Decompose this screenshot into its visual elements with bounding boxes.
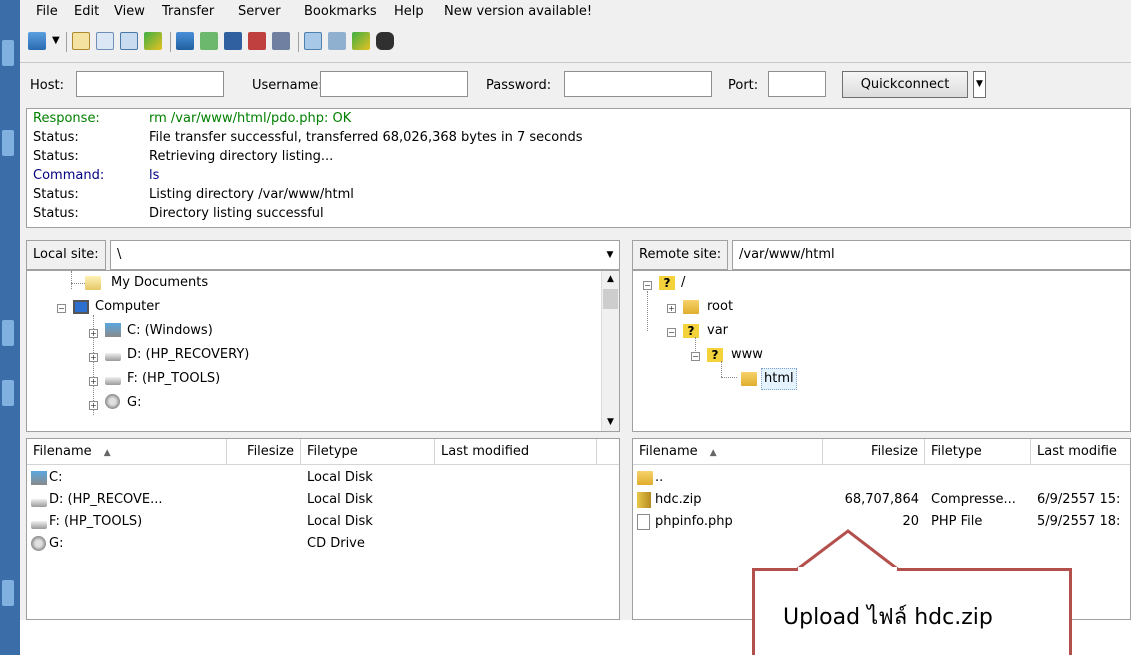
callout-pointer-join (798, 567, 897, 571)
